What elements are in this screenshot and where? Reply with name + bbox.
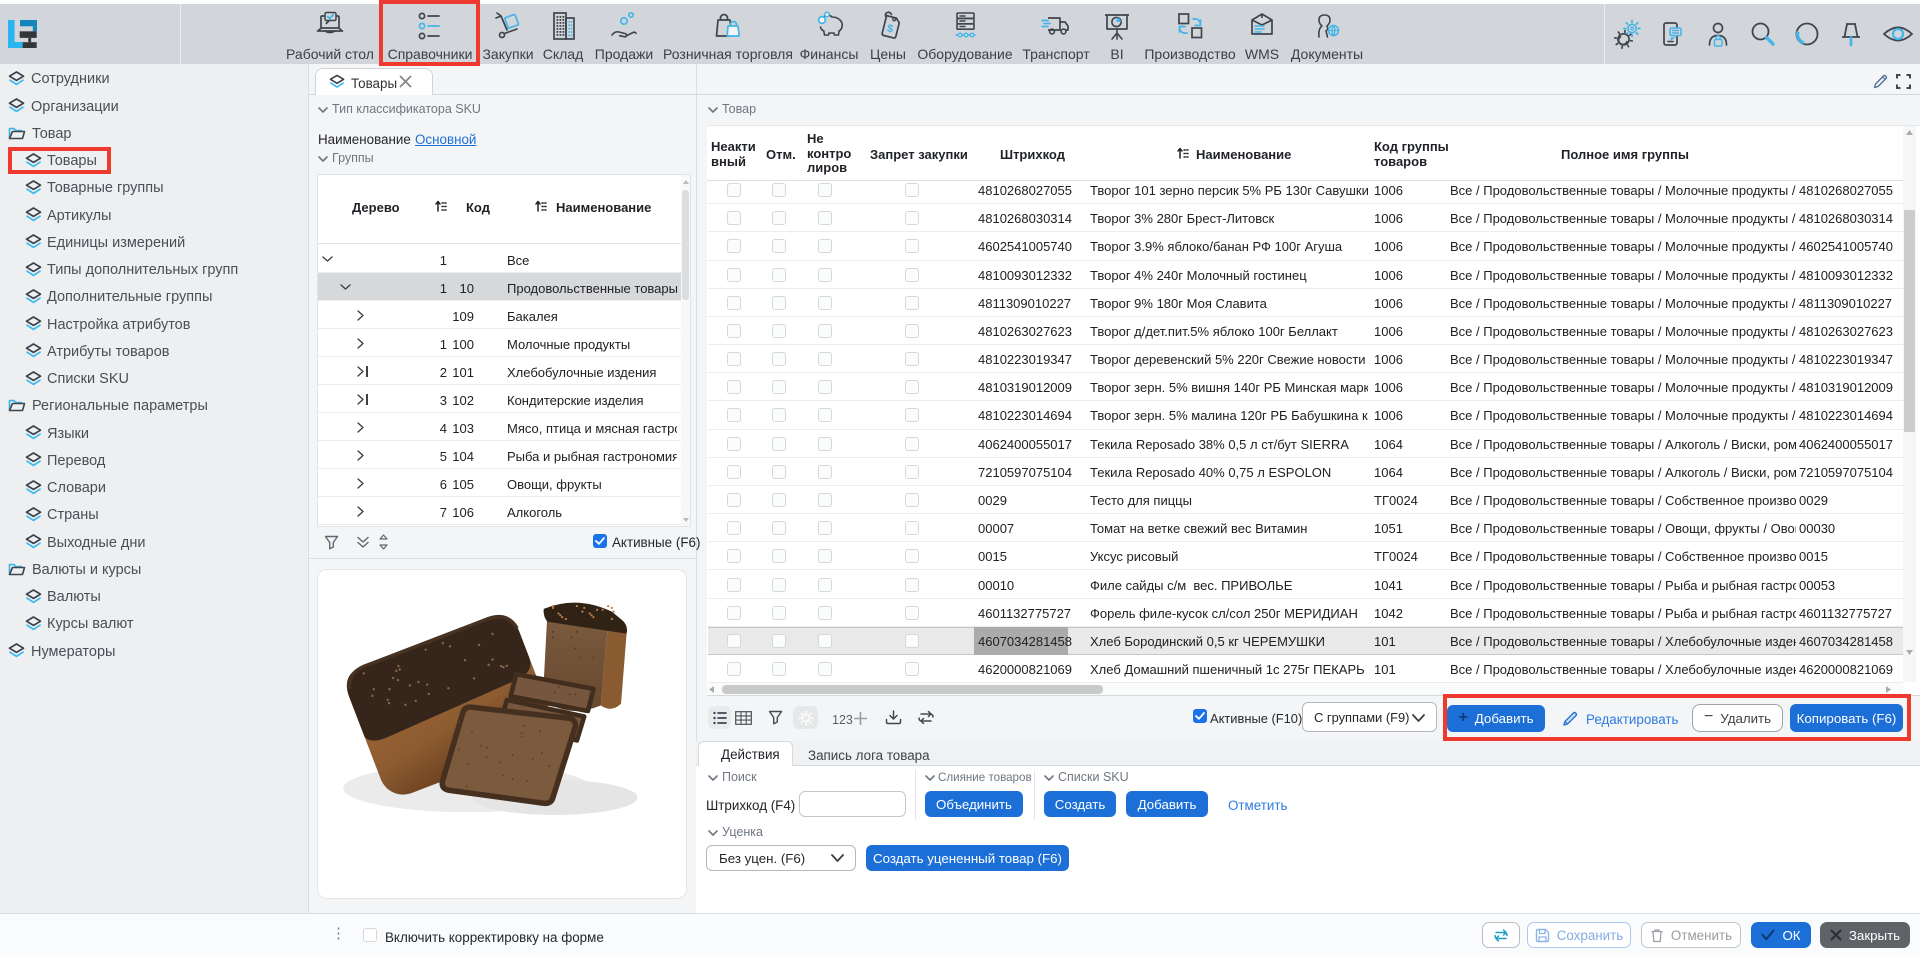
- svg-text:$: $: [886, 23, 894, 36]
